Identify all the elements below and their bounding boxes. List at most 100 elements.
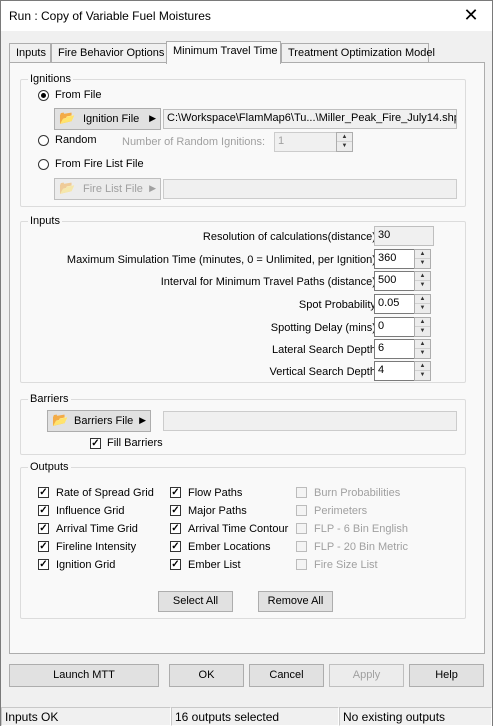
fire-list-radio[interactable] xyxy=(38,159,49,170)
flow-paths-label: Flow Paths xyxy=(188,487,243,499)
select-all-button[interactable]: Select All xyxy=(158,591,233,612)
spot-probability-input[interactable]: 0.05 xyxy=(374,294,415,314)
major-paths-checkbox[interactable]: ✓ xyxy=(170,505,181,516)
tab-treatment-optimization-model[interactable]: Treatment Optimization Model xyxy=(281,43,435,63)
mtt-interval-spinner[interactable]: ▲ ▼ xyxy=(414,271,431,291)
rate-of-spread-grid-checkbox[interactable]: ✓ xyxy=(38,487,49,498)
spin-down-icon[interactable]: ▼ xyxy=(415,259,430,268)
num-random-ignitions-input[interactable]: 1 xyxy=(274,132,337,152)
burn-probabilities-checkbox[interactable] xyxy=(296,487,307,498)
barriers-file-button[interactable]: 📂 Barriers File ▶ xyxy=(47,410,151,432)
status-existing-outputs: No existing outputs xyxy=(339,707,492,726)
burn-probabilities-label: Burn Probabilities xyxy=(314,487,401,499)
fireline-intensity-checkbox[interactable]: ✓ xyxy=(38,541,49,552)
barriers-title: Barriers xyxy=(28,393,71,405)
cancel-button[interactable]: Cancel xyxy=(249,664,324,687)
random-label: Random xyxy=(55,134,97,146)
lateral-search-depth-label: Lateral Search Depth: xyxy=(271,344,379,356)
fill-barriers-checkbox[interactable]: ✓ xyxy=(90,438,101,449)
arrival-time-contour-checkbox[interactable]: ✓ xyxy=(170,523,181,534)
barriers-path-field[interactable] xyxy=(163,411,457,431)
max-sim-time-label: Maximum Simulation Time (minutes, 0 = Un… xyxy=(66,254,379,266)
fill-barriers-label: Fill Barriers xyxy=(107,437,163,449)
arrival-time-grid-checkbox[interactable]: ✓ xyxy=(38,523,49,534)
remove-all-button[interactable]: Remove All xyxy=(258,591,333,612)
launch-mtt-button[interactable]: Launch MTT xyxy=(9,664,159,687)
folder-icon: 📂 xyxy=(59,180,76,195)
barriers-group: Barriers 📂 Barriers File ▶ ✓ Fill Barrie… xyxy=(20,393,466,455)
random-radio[interactable] xyxy=(38,135,49,146)
inputs-title: Inputs xyxy=(28,215,62,227)
spin-down-icon[interactable]: ▼ xyxy=(415,304,430,313)
flp-20-bin-metric-label: FLP - 20 Bin Metric xyxy=(314,541,408,553)
flp-6-bin-english-checkbox[interactable] xyxy=(296,523,307,534)
close-icon[interactable]: ✕ xyxy=(460,5,482,27)
influence-grid-checkbox[interactable]: ✓ xyxy=(38,505,49,516)
status-bar: Inputs OK 16 outputs selected No existin… xyxy=(1,706,492,726)
fire-size-list-label: Fire Size List xyxy=(314,559,378,571)
status-outputs-count: 16 outputs selected xyxy=(171,707,339,726)
arrival-time-grid-label: Arrival Time Grid xyxy=(56,523,138,535)
help-button[interactable]: Help xyxy=(409,664,484,687)
ember-list-checkbox[interactable]: ✓ xyxy=(170,559,181,570)
fire-list-file-button[interactable]: 📂 Fire List File ▶ xyxy=(54,178,161,200)
ignition-grid-checkbox[interactable]: ✓ xyxy=(38,559,49,570)
flow-paths-checkbox[interactable]: ✓ xyxy=(170,487,181,498)
max-sim-time-input[interactable]: 360 xyxy=(374,249,415,269)
spin-down-icon[interactable]: ▼ xyxy=(415,371,430,380)
num-random-ignitions-spinner[interactable]: ▲ ▼ xyxy=(336,132,353,152)
resolution-field: 30 xyxy=(374,226,434,246)
spin-up-icon[interactable]: ▲ xyxy=(415,318,430,327)
from-file-radio[interactable] xyxy=(38,90,49,101)
ignition-file-path-field[interactable]: C:\Workspace\FlamMap6\Tu...\Miller_Peak_… xyxy=(163,109,457,129)
spot-probability-label: Spot Probability: xyxy=(298,299,379,311)
ember-locations-checkbox[interactable]: ✓ xyxy=(170,541,181,552)
dropdown-arrow-icon: ▶ xyxy=(149,183,156,193)
spin-up-icon[interactable]: ▲ xyxy=(415,362,430,371)
spin-down-icon[interactable]: ▼ xyxy=(415,327,430,336)
dropdown-arrow-icon: ▶ xyxy=(139,415,146,425)
spotting-delay-spinner[interactable]: ▲ ▼ xyxy=(414,317,431,337)
outputs-group: Outputs ✓ Rate of Spread Grid ✓ Influenc… xyxy=(20,461,466,619)
vertical-search-depth-input[interactable]: 4 xyxy=(374,361,415,381)
dialog-window: Run : Copy of Variable Fuel Moistures ✕ … xyxy=(0,0,493,726)
fire-size-list-checkbox[interactable] xyxy=(296,559,307,570)
fireline-intensity-label: Fireline Intensity xyxy=(56,541,137,553)
title-bar: Run : Copy of Variable Fuel Moistures ✕ xyxy=(1,1,492,31)
lateral-search-depth-input[interactable]: 6 xyxy=(374,339,415,359)
spin-up-icon[interactable]: ▲ xyxy=(415,340,430,349)
spin-down-icon[interactable]: ▼ xyxy=(415,281,430,290)
spin-up-icon[interactable]: ▲ xyxy=(415,272,430,281)
mtt-interval-input[interactable]: 500 xyxy=(374,271,415,291)
spin-up-icon[interactable]: ▲ xyxy=(415,295,430,304)
spot-probability-spinner[interactable]: ▲ ▼ xyxy=(414,294,431,314)
spotting-delay-input[interactable]: 0 xyxy=(374,317,415,337)
vertical-search-depth-spinner[interactable]: ▲ ▼ xyxy=(414,361,431,381)
tab-minimum-travel-time[interactable]: Minimum Travel Time xyxy=(166,41,281,64)
num-random-ignitions-label: Number of Random Ignitions: xyxy=(122,136,266,148)
tab-fire-behavior-options[interactable]: Fire Behavior Options xyxy=(51,43,167,63)
spotting-delay-label: Spotting Delay (mins): xyxy=(270,322,379,334)
window-title: Run : Copy of Variable Fuel Moistures xyxy=(9,9,211,23)
perimeters-checkbox[interactable] xyxy=(296,505,307,516)
apply-button[interactable]: Apply xyxy=(329,664,404,687)
spin-up-icon[interactable]: ▲ xyxy=(415,250,430,259)
fire-list-label: From Fire List File xyxy=(55,158,144,170)
lateral-search-depth-spinner[interactable]: ▲ ▼ xyxy=(414,339,431,359)
folder-icon: 📂 xyxy=(59,110,76,125)
max-sim-time-spinner[interactable]: ▲ ▼ xyxy=(414,249,431,269)
spin-down-icon[interactable]: ▼ xyxy=(337,142,352,151)
inputs-group: Inputs Resolution of calculations(distan… xyxy=(20,215,466,383)
ignition-grid-label: Ignition Grid xyxy=(56,559,116,571)
tab-inputs[interactable]: Inputs xyxy=(9,43,51,63)
ok-button[interactable]: OK xyxy=(169,664,244,687)
ignition-file-button[interactable]: 📂 Ignition File ▶ xyxy=(54,108,161,130)
barriers-file-button-label: Barriers File xyxy=(74,415,134,427)
ignitions-title: Ignitions xyxy=(28,73,73,85)
fire-list-file-button-label: Fire List File xyxy=(83,183,143,195)
flp-20-bin-metric-checkbox[interactable] xyxy=(296,541,307,552)
spin-up-icon[interactable]: ▲ xyxy=(337,133,352,142)
fire-list-path-field[interactable] xyxy=(163,179,457,199)
spin-down-icon[interactable]: ▼ xyxy=(415,349,430,358)
tab-panel: Ignitions From File 📂 Ignition File ▶ C:… xyxy=(9,62,485,654)
